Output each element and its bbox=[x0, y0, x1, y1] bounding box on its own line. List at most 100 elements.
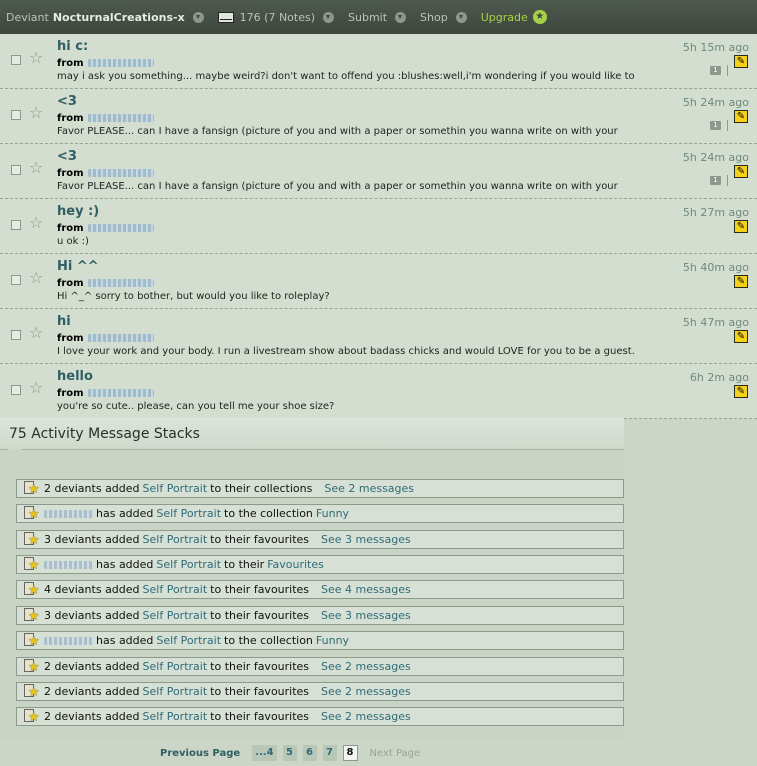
submit-link[interactable]: Submit bbox=[348, 11, 387, 24]
user-name-blurred[interactable] bbox=[44, 509, 94, 518]
chevron-down-icon[interactable] bbox=[395, 11, 407, 23]
note-row[interactable]: ☆ hey :) from u ok :) 5h 27m ago ✎ bbox=[0, 199, 757, 254]
star-icon[interactable]: ☆ bbox=[29, 324, 43, 342]
see-messages-link[interactable]: See 4 messages bbox=[321, 583, 411, 596]
activity-stack-item[interactable]: ★ 3 deviants added Self Portrait to their f… bbox=[16, 606, 624, 625]
note-row[interactable]: ☆ hi c: from may i ask you something... may… bbox=[0, 34, 757, 89]
user-name-blurred[interactable] bbox=[44, 560, 94, 569]
notes-count[interactable]: 176 (7 Notes) bbox=[240, 11, 315, 24]
sender-name-blurred[interactable] bbox=[87, 169, 154, 177]
shop-menu[interactable]: Shop bbox=[420, 11, 467, 24]
deviation-link[interactable]: Self Portrait bbox=[143, 710, 208, 723]
page-link[interactable]: 7 bbox=[322, 745, 337, 761]
note-row[interactable]: ☆ <3 from Favor PLEASE... can I have a fans… bbox=[0, 89, 757, 144]
note-row[interactable]: ☆ hello from you're so cute.. please, can y… bbox=[0, 364, 757, 419]
username[interactable]: NocturnalCreations-x bbox=[53, 11, 185, 24]
reply-icon[interactable]: ✎ bbox=[734, 55, 748, 68]
deviation-link[interactable]: Self Portrait bbox=[143, 685, 208, 698]
select-checkbox[interactable] bbox=[11, 330, 21, 340]
reply-icon[interactable]: ✎ bbox=[734, 385, 748, 398]
sender-name-blurred[interactable] bbox=[87, 334, 154, 342]
deviation-link[interactable]: Self Portrait bbox=[156, 634, 221, 647]
collection-link[interactable]: Funny bbox=[316, 634, 349, 647]
upgrade-link[interactable]: Upgrade bbox=[481, 11, 528, 24]
select-checkbox[interactable] bbox=[11, 165, 21, 175]
note-preview[interactable]: Hi ^_^ sorry to bother, but would you li… bbox=[57, 291, 330, 302]
activity-stack-item[interactable]: ★ has added Self Portrait to the collection… bbox=[16, 631, 624, 650]
sender-name-blurred[interactable] bbox=[87, 224, 154, 232]
select-checkbox[interactable] bbox=[11, 220, 21, 230]
submit-menu[interactable]: Submit bbox=[348, 11, 407, 24]
previous-page-link[interactable]: Previous Page bbox=[160, 748, 240, 759]
sender-name-blurred[interactable] bbox=[87, 59, 154, 67]
sender-name-blurred[interactable] bbox=[87, 279, 154, 287]
star-icon[interactable]: ☆ bbox=[29, 104, 43, 122]
user-name-blurred[interactable] bbox=[44, 636, 94, 645]
sender-name-blurred[interactable] bbox=[87, 114, 154, 122]
star-icon[interactable]: ☆ bbox=[29, 269, 43, 287]
deviation-link[interactable]: Self Portrait bbox=[143, 533, 208, 546]
select-checkbox[interactable] bbox=[11, 385, 21, 395]
note-preview[interactable]: may i ask you something... maybe weird?i… bbox=[57, 71, 635, 82]
deviation-link[interactable]: Self Portrait bbox=[143, 660, 208, 673]
note-preview[interactable]: u ok :) bbox=[57, 236, 89, 247]
select-checkbox[interactable] bbox=[11, 55, 21, 65]
see-messages-link[interactable]: See 2 messages bbox=[321, 660, 411, 673]
page-link[interactable]: 5 bbox=[282, 745, 297, 761]
page-link[interactable]: 6 bbox=[302, 745, 317, 761]
see-messages-link[interactable]: See 2 messages bbox=[321, 685, 411, 698]
reply-icon[interactable]: ✎ bbox=[734, 165, 748, 178]
activity-stack-item[interactable]: ★ 2 deviants added Self Portrait to their c… bbox=[16, 479, 624, 498]
deviation-link[interactable]: Self Portrait bbox=[143, 609, 208, 622]
note-row[interactable]: ☆ hi from I love your work and your body. I… bbox=[0, 309, 757, 364]
star-icon[interactable]: ☆ bbox=[29, 379, 43, 397]
see-messages-link[interactable]: See 2 messages bbox=[324, 482, 414, 495]
activity-stack-item[interactable]: ★ 2 deviants added Self Portrait to their f… bbox=[16, 707, 624, 726]
chevron-down-icon[interactable] bbox=[455, 11, 467, 23]
reply-icon[interactable]: ✎ bbox=[734, 275, 748, 288]
see-messages-link[interactable]: See 3 messages bbox=[321, 533, 411, 546]
activity-stack-item[interactable]: ★ 2 deviants added Self Portrait to their f… bbox=[16, 657, 624, 676]
note-row[interactable]: ☆ <3 from Favor PLEASE... can I have a fans… bbox=[0, 144, 757, 199]
deviation-link[interactable]: Self Portrait bbox=[143, 482, 208, 495]
reply-icon[interactable]: ✎ bbox=[734, 330, 748, 343]
activity-stack-item[interactable]: ★ has added Self Portrait to their Favourite… bbox=[16, 555, 624, 574]
select-checkbox[interactable] bbox=[11, 110, 21, 120]
star-icon[interactable]: ☆ bbox=[29, 214, 43, 232]
deviation-link[interactable]: Self Portrait bbox=[143, 583, 208, 596]
chevron-down-icon[interactable] bbox=[323, 11, 335, 23]
notes-menu[interactable]: 176 (7 Notes) bbox=[217, 11, 335, 24]
activity-stack-item[interactable]: ★ 2 deviants added Self Portrait to their f… bbox=[16, 682, 624, 701]
collection-link[interactable]: Favourites bbox=[267, 558, 324, 571]
chevron-down-icon[interactable] bbox=[192, 11, 204, 23]
note-subject[interactable]: hi c: bbox=[57, 39, 88, 54]
see-messages-link[interactable]: See 2 messages bbox=[321, 710, 411, 723]
note-subject[interactable]: <3 bbox=[57, 94, 77, 109]
activity-stack-item[interactable]: ★ 4 deviants added Self Portrait to their f… bbox=[16, 580, 624, 599]
activity-stack-item[interactable]: ★ 3 deviants added Self Portrait to their f… bbox=[16, 530, 624, 549]
note-preview[interactable]: Favor PLEASE... can I have a fansign (pi… bbox=[57, 126, 618, 137]
sender-name-blurred[interactable] bbox=[87, 389, 154, 397]
note-subject[interactable]: hi bbox=[57, 314, 71, 329]
star-icon[interactable]: ☆ bbox=[29, 159, 43, 177]
select-checkbox[interactable] bbox=[11, 275, 21, 285]
note-preview[interactable]: you're so cute.. please, can you tell me… bbox=[57, 401, 334, 412]
upgrade-menu[interactable]: Upgrade ★ bbox=[481, 10, 547, 24]
deviation-link[interactable]: Self Portrait bbox=[156, 507, 221, 520]
star-icon[interactable]: ☆ bbox=[29, 49, 43, 67]
collection-link[interactable]: Funny bbox=[316, 507, 349, 520]
deviation-link[interactable]: Self Portrait bbox=[156, 558, 221, 571]
note-subject[interactable]: Hi ^^ bbox=[57, 259, 99, 274]
page-link[interactable]: ...4 bbox=[252, 745, 277, 761]
note-preview[interactable]: I love your work and your body. I run a … bbox=[57, 346, 635, 357]
reply-icon[interactable]: ✎ bbox=[734, 220, 748, 233]
note-preview[interactable]: Favor PLEASE... can I have a fansign (pi… bbox=[57, 181, 618, 192]
note-subject[interactable]: hey :) bbox=[57, 204, 99, 219]
note-row[interactable]: ☆ Hi ^^ from Hi ^_^ sorry to bother, but wo… bbox=[0, 254, 757, 309]
note-subject[interactable]: hello bbox=[57, 369, 93, 384]
see-messages-link[interactable]: See 3 messages bbox=[321, 609, 411, 622]
note-subject[interactable]: <3 bbox=[57, 149, 77, 164]
user-menu[interactable]: Deviant NocturnalCreations-x bbox=[6, 11, 204, 24]
shop-link[interactable]: Shop bbox=[420, 11, 448, 24]
reply-icon[interactable]: ✎ bbox=[734, 110, 748, 123]
